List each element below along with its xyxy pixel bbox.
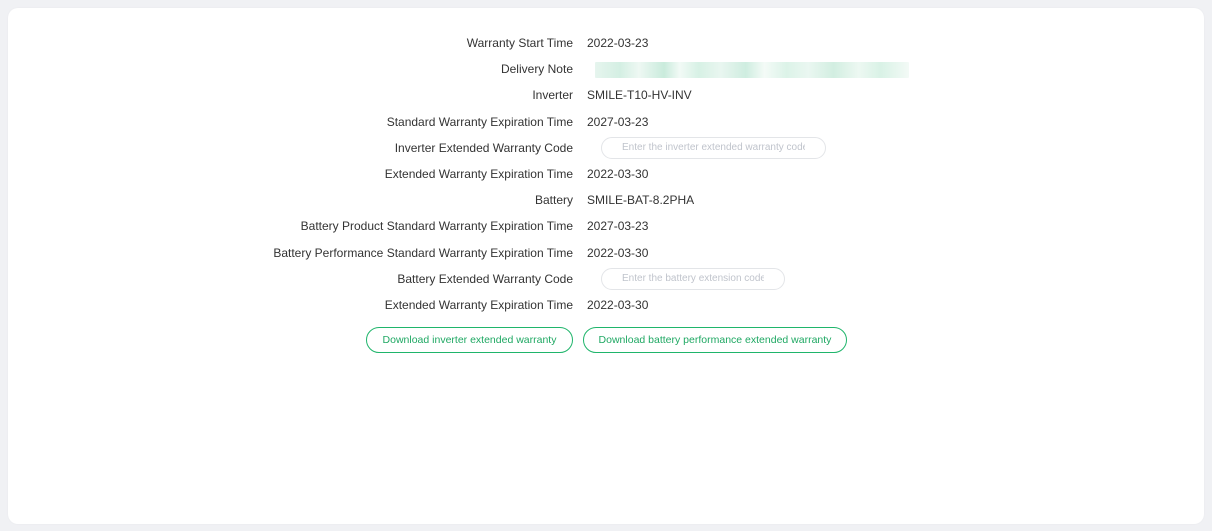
inverter-extended-warranty-code-input[interactable]	[601, 136, 826, 159]
inverter-extended-warranty-code-label: Inverter Extended Warranty Code	[394, 140, 573, 155]
inverter-extended-warranty-expiration-label: Extended Warranty Expiration Time	[384, 166, 573, 181]
warranty-start-time-value: 2022-03-23	[587, 36, 649, 50]
row-inverter: Inverter SMILE-T10-HV-INV	[8, 84, 1204, 110]
delivery-note-label: Delivery Note	[500, 62, 573, 77]
inverter-value: SMILE-T10-HV-INV	[587, 88, 692, 103]
battery-product-warranty-expiration-label: Battery Product Standard Warranty Expira…	[300, 219, 573, 234]
battery-extended-warranty-code-label: Battery Extended Warranty Code	[397, 271, 573, 286]
battery-performance-warranty-expiration-label: Battery Performance Standard Warranty Ex…	[273, 245, 573, 260]
row-warranty-start-time: Warranty Start Time 2022-03-23	[8, 32, 1204, 58]
delivery-note-redacted-image	[595, 62, 909, 79]
row-delivery-note: Delivery Note	[8, 58, 1204, 84]
battery-extended-warranty-expiration-value: 2022-03-30	[587, 297, 649, 312]
download-actions: Download inverter extended warranty Down…	[8, 327, 1204, 353]
warranty-details: Warranty Start Time 2022-03-23 Delivery …	[8, 32, 1204, 320]
inverter-extended-warranty-expiration-value: 2022-03-30	[587, 166, 649, 181]
row-inverter-extended-warranty-expiration: Extended Warranty Expiration Time 2022-0…	[8, 163, 1204, 189]
row-inverter-extended-warranty-code: Inverter Extended Warranty Code	[8, 136, 1204, 163]
warranty-card: Warranty Start Time 2022-03-23 Delivery …	[8, 8, 1204, 524]
battery-extended-warranty-expiration-label: Extended Warranty Expiration Time	[384, 297, 573, 312]
row-battery-performance-warranty-expiration: Battery Performance Standard Warranty Ex…	[8, 242, 1204, 268]
battery-performance-warranty-expiration-value: 2022-03-30	[587, 245, 649, 260]
download-battery-performance-extended-warranty-button[interactable]: Download battery performance extended wa…	[583, 327, 847, 353]
download-inverter-extended-warranty-button[interactable]: Download inverter extended warranty	[366, 327, 573, 353]
row-battery-product-warranty-expiration: Battery Product Standard Warranty Expira…	[8, 215, 1204, 241]
inverter-label: Inverter	[532, 88, 573, 103]
row-battery-extended-warranty-expiration: Extended Warranty Expiration Time 2022-0…	[8, 294, 1204, 320]
standard-warranty-expiration-value: 2027-03-23	[587, 114, 649, 129]
battery-label: Battery	[534, 193, 573, 208]
battery-extended-warranty-code-input[interactable]	[601, 267, 785, 290]
row-battery-extended-warranty-code: Battery Extended Warranty Code	[8, 267, 1204, 294]
standard-warranty-expiration-label: Standard Warranty Expiration Time	[386, 114, 573, 129]
row-battery: Battery SMILE-BAT-8.2PHA	[8, 189, 1204, 215]
battery-value: SMILE-BAT-8.2PHA	[587, 193, 695, 208]
battery-product-warranty-expiration-value: 2027-03-23	[587, 219, 649, 234]
warranty-start-time-label: Warranty Start Time	[466, 36, 573, 50]
row-standard-warranty-expiration: Standard Warranty Expiration Time 2027-0…	[8, 111, 1204, 137]
